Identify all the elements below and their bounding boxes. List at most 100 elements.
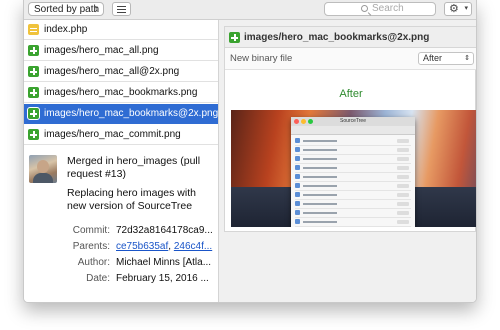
list-view-button[interactable] [112,2,131,16]
preview-repo-button [397,139,409,143]
after-image-label: After [339,88,363,100]
preview-repo-row [295,146,411,155]
preview-repo-icon [295,192,300,197]
file-path-label: index.php [44,24,88,35]
preview-repo-button [397,148,409,152]
modified-file-icon [28,24,39,35]
preview-repo-row [295,200,411,209]
file-list-item[interactable]: images/hero_mac_commit.png [24,125,218,145]
author-avatar [29,155,57,183]
preview-repo-name [303,158,337,160]
preview-repo-icon [295,147,300,152]
file-path-label: images/hero_mac_bookmarks@2x.png [44,108,219,119]
image-view-selected: After [423,53,443,63]
preview-repo-icon [295,156,300,161]
preview-repo-name [303,194,337,196]
preview-repo-icon [295,219,300,224]
file-list-item[interactable]: images/hero_mac_bookmarks.png [24,83,218,103]
diff-pane: images/hero_mac_bookmarks@2x.png New bin… [219,20,476,302]
commit-details: Merged in hero_images (pull request #13)… [24,148,218,302]
preview-repo-row [295,164,411,173]
preview-repo-row [295,155,411,164]
preview-repo-name [303,221,337,223]
zoom-dot [308,119,313,124]
preview-repo-icon [295,210,300,215]
date-label: Date: [86,273,110,284]
preview-repo-name [303,176,337,178]
added-file-icon [28,45,39,56]
added-file-icon [28,129,39,140]
parents-value: ce75b635af, 246c4f... [116,241,214,252]
parent-link-1[interactable]: ce75b635af [116,241,168,252]
file-path-label: images/hero_mac_bookmarks.png [44,87,198,98]
binary-status-text: New binary file [230,53,293,64]
search-icon [361,5,368,12]
image-view-dropdown[interactable]: After ⇕ [418,52,474,65]
preview-repo-icon [295,183,300,188]
preview-app-window: SourceTree [291,117,415,227]
actions-menu-button[interactable]: ⚙ ▾ [444,2,472,16]
added-file-icon [28,87,39,98]
search-field[interactable]: Search [324,2,436,16]
file-list-toolbar: Sorted by path ⇕ Search ⚙ ▾ [24,0,476,20]
preview-repo-name [303,185,337,187]
file-path-label: images/hero_mac_all@2x.png [44,66,180,77]
chevron-down-icon: ▾ [464,5,468,12]
preview-repo-button [397,193,409,197]
commit-hash-value: 72d32a8164178ca9... [116,225,213,236]
preview-repo-row [295,209,411,218]
preview-repo-button [397,211,409,215]
preview-repo-name [303,140,337,142]
diff-file-header: images/hero_mac_bookmarks@2x.png [225,27,476,48]
file-list-item[interactable]: images/hero_mac_all@2x.png [24,62,218,82]
commit-body: Replacing hero images with new version o… [67,187,196,212]
preview-repo-button [397,184,409,188]
left-pane: index.php images/hero_mac_all.png images/h… [24,20,219,302]
sort-order-label: Sorted by path [34,4,100,15]
list-view-icon-line [117,9,126,10]
gear-icon: ⚙ [449,3,459,15]
sort-order-dropdown[interactable]: Sorted by path ⇕ [28,2,104,16]
preview-repo-name [303,167,337,169]
chevron-updown-icon: ⇕ [92,5,99,14]
preview-repo-name [303,149,337,151]
preview-repo-row [295,191,411,200]
preview-repo-button [397,166,409,170]
added-file-icon [229,32,240,43]
diff-file-name: images/hero_mac_bookmarks@2x.png [244,32,430,43]
preview-repo-name [303,212,337,214]
commit-title: Merged in hero_images (pull request #13) [67,155,201,180]
preview-repo-row [295,137,411,146]
after-image-preview[interactable]: SourceTree [231,110,476,227]
preview-repo-icon [295,174,300,179]
preview-repo-icon [295,165,300,170]
preview-repo-icon [295,138,300,143]
sourcetree-window: Sorted by path ⇕ Search ⚙ ▾ index.php ima… [23,0,477,303]
date-value: February 15, 2016 ... [116,273,209,284]
preview-repo-button [397,220,409,224]
preview-repo-button [397,202,409,206]
close-dot [294,119,299,124]
commit-hash-label: Commit: [72,225,110,236]
preview-app-toolbar [291,126,415,135]
diff-subheader: New binary file After ⇕ [225,48,476,70]
preview-repo-row [295,173,411,182]
chevron-updown-icon: ⇕ [464,55,470,62]
list-view-icon [117,6,126,7]
author-label: Author: [77,257,110,268]
diff-hunk: images/hero_mac_bookmarks@2x.png New bin… [224,26,476,232]
file-list-item[interactable]: index.php [24,20,218,40]
search-placeholder: Search [372,3,404,14]
file-path-label: images/hero_mac_commit.png [44,129,181,140]
preview-repo-button [397,175,409,179]
file-list-item[interactable]: images/hero_mac_all.png [24,41,218,61]
preview-repo-name [303,203,337,205]
file-path-label: images/hero_mac_all.png [44,45,159,56]
minimize-dot [301,119,306,124]
preview-repo-row [295,218,411,227]
list-view-icon-line [117,12,126,13]
preview-repo-icon [295,201,300,206]
file-list-item[interactable]: images/hero_mac_bookmarks@2x.png [24,104,218,124]
parent-link-2[interactable]: 246c4f... [174,241,212,252]
added-file-icon [27,107,40,120]
